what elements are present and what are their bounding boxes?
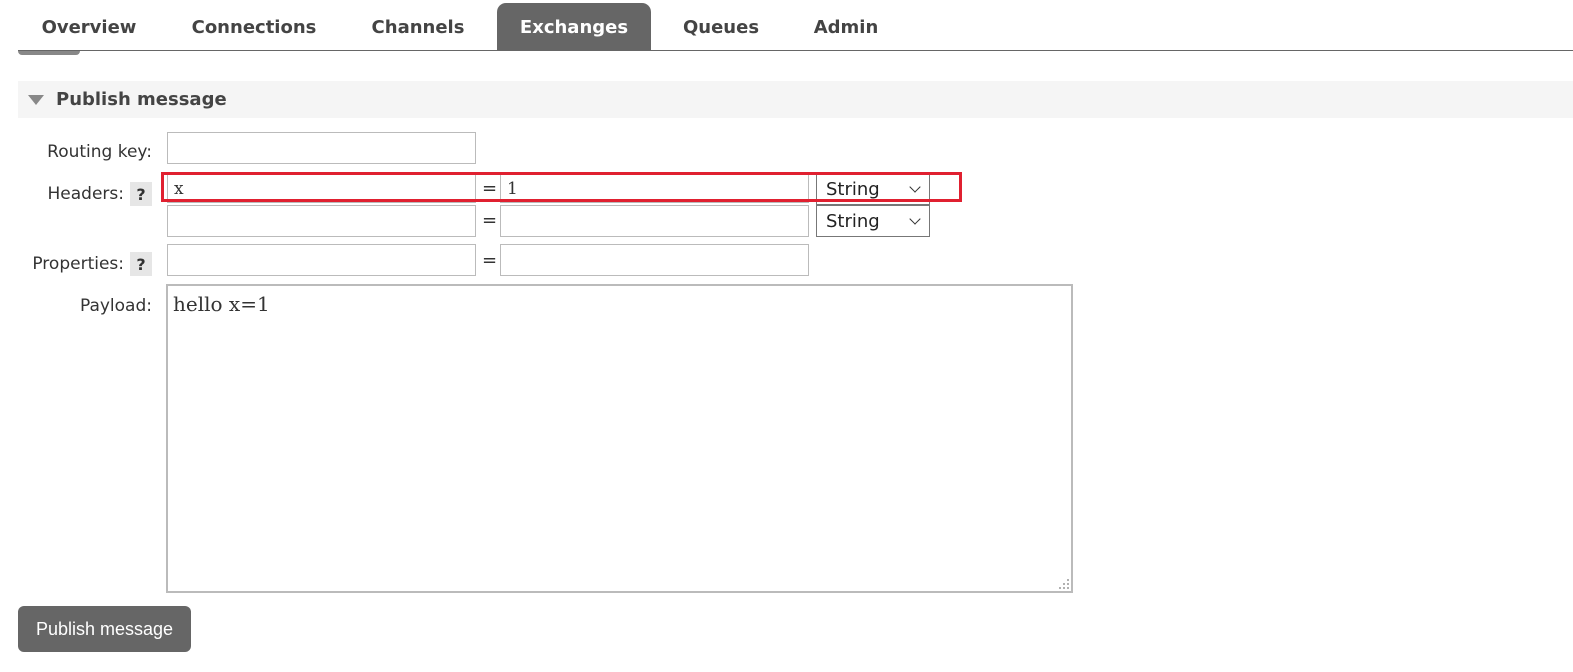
tab-exchanges[interactable]: Exchanges <box>497 3 651 51</box>
subtab-stub <box>18 51 80 55</box>
header-equals-1: = <box>482 178 498 199</box>
publish-message-section-header[interactable]: Publish message <box>18 81 1573 118</box>
routing-key-label: Routing key: <box>47 142 152 162</box>
routing-key-input[interactable] <box>167 132 476 164</box>
headers-label: Headers: <box>47 184 124 204</box>
header-value-input-2[interactable] <box>500 205 809 237</box>
property-equals: = <box>482 250 498 271</box>
tab-queues[interactable]: Queues <box>668 3 774 51</box>
header-type-select-1[interactable]: String <box>816 173 930 205</box>
main-nav-tabs: Overview Connections Channels Exchanges … <box>0 0 1573 55</box>
tabs-divider <box>18 50 1573 51</box>
header-type-value-1: String <box>826 178 880 200</box>
properties-help-button[interactable]: ? <box>130 252 152 276</box>
property-value-input[interactable] <box>500 244 809 276</box>
header-value-input-1[interactable] <box>500 174 809 203</box>
tab-admin[interactable]: Admin <box>796 3 896 51</box>
payload-textarea[interactable] <box>166 284 1073 593</box>
header-equals-2: = <box>482 210 498 231</box>
header-key-input-1[interactable] <box>167 174 476 203</box>
tab-channels[interactable]: Channels <box>354 3 482 51</box>
publish-message-button[interactable]: Publish message <box>18 606 191 652</box>
section-title: Publish message <box>56 89 227 110</box>
payload-label: Payload: <box>79 296 152 316</box>
property-key-input[interactable] <box>167 244 476 276</box>
header-key-input-2[interactable] <box>167 205 476 237</box>
resize-grip-icon[interactable] <box>1058 578 1070 590</box>
publish-message-page: Overview Connections Channels Exchanges … <box>0 0 1573 672</box>
header-type-select-2[interactable]: String <box>816 205 930 237</box>
chevron-down-icon <box>909 180 921 193</box>
collapse-triangle-icon[interactable] <box>28 94 44 105</box>
chevron-down-icon <box>909 212 921 225</box>
properties-label: Properties: <box>32 254 124 274</box>
headers-help-button[interactable]: ? <box>130 182 152 206</box>
tab-connections[interactable]: Connections <box>176 3 332 51</box>
header-type-value-2: String <box>826 210 880 232</box>
tab-overview[interactable]: Overview <box>23 3 155 51</box>
